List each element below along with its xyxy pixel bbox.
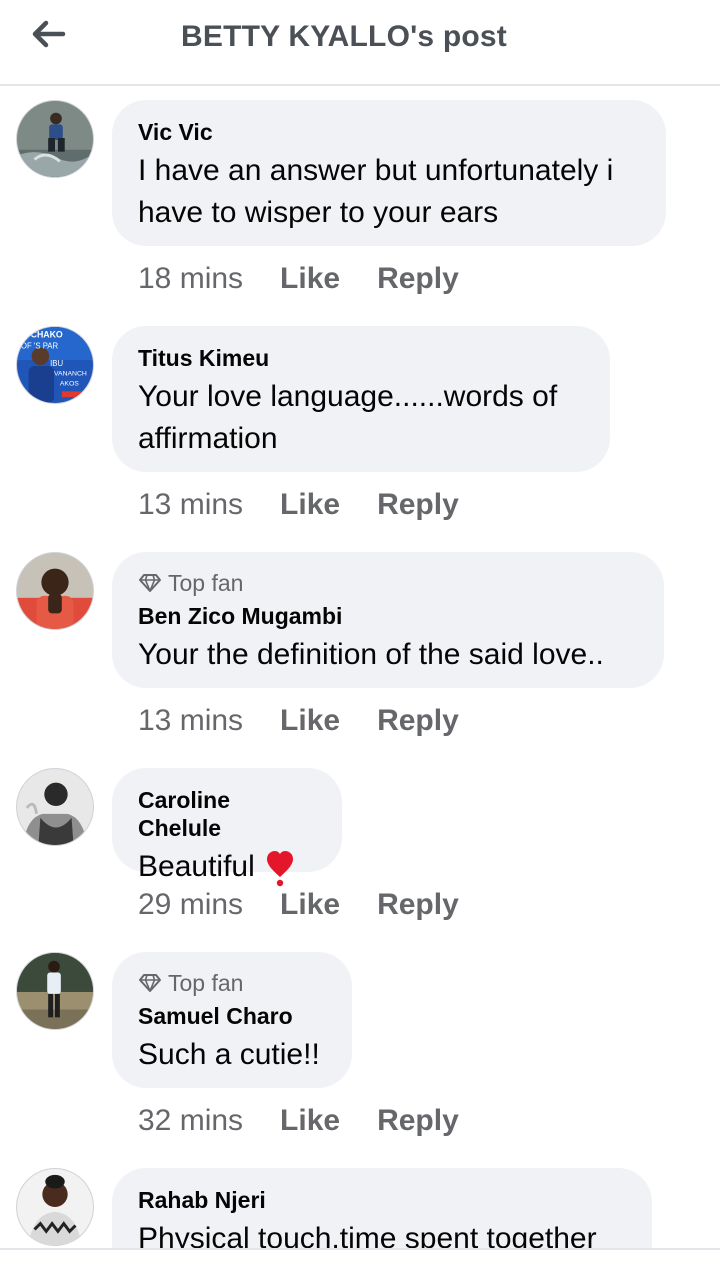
heart-emoji-icon — [266, 851, 293, 887]
comment-bubble[interactable]: Titus Kimeu Your love language......word… — [112, 326, 610, 472]
comment-list: Vic Vic I have an answer but unfortunate… — [0, 88, 720, 1248]
like-button[interactable]: Like — [280, 888, 340, 922]
avatar[interactable] — [16, 952, 94, 1030]
comment-bubble[interactable]: Rahab Njeri Physical touch,time spent to… — [112, 1168, 652, 1248]
comment-author[interactable]: Vic Vic — [138, 118, 640, 146]
reply-button[interactable]: Reply — [377, 1104, 459, 1138]
avatar[interactable] — [16, 768, 94, 846]
bottom-divider — [0, 1248, 720, 1262]
comment-text: Your love language......words of affirma… — [138, 380, 566, 455]
avatar[interactable]: CHAKO OF 'S PAR IBU VANANCH AKOS — [16, 326, 94, 404]
comment-text: Your the definition of the said love.. — [138, 638, 604, 671]
comment-actions: 32 mins Like Reply — [138, 1104, 459, 1138]
comment-bubble[interactable]: Top fan Ben Zico Mugambi Your the defini… — [112, 552, 664, 688]
comment-actions: 29 mins Like Reply — [138, 888, 459, 922]
comment-actions: 13 mins Like Reply — [138, 488, 459, 522]
reply-button[interactable]: Reply — [377, 488, 459, 522]
like-button[interactable]: Like — [280, 1104, 340, 1138]
diamond-icon — [139, 574, 161, 592]
avatar[interactable] — [16, 1168, 94, 1246]
comment-actions: 18 mins Like Reply — [138, 262, 459, 296]
comment-time[interactable]: 32 mins — [138, 1104, 243, 1138]
comment-time[interactable]: 18 mins — [138, 262, 243, 296]
comment-actions: 13 mins Like Reply — [138, 704, 459, 738]
comment-author[interactable]: Ben Zico Mugambi — [138, 602, 638, 630]
svg-text:CHAKO: CHAKO — [31, 330, 63, 340]
comment-time[interactable]: 13 mins — [138, 704, 243, 738]
comment-text: I have an answer but unfortunately i hav… — [138, 154, 622, 229]
comment-author[interactable]: Titus Kimeu — [138, 344, 584, 372]
svg-text:VANANCH: VANANCH — [54, 371, 87, 378]
comment-text: Beautiful — [138, 850, 255, 883]
comment-author[interactable]: Caroline Chelule — [138, 786, 316, 842]
comment-author[interactable]: Rahab Njeri — [138, 1186, 626, 1214]
comment-bubble[interactable]: Top fan Samuel Charo Such a cutie!! — [112, 952, 352, 1088]
svg-text:IBU: IBU — [50, 359, 63, 368]
comment-bubble[interactable]: Vic Vic I have an answer but unfortunate… — [112, 100, 666, 246]
comment-text: Physical touch,time spent together — [138, 1222, 597, 1248]
comment-time[interactable]: 13 mins — [138, 488, 243, 522]
top-bar: BETTY KYALLO's post — [0, 0, 720, 86]
comment-text: Such a cutie!! — [138, 1038, 320, 1071]
like-button[interactable]: Like — [280, 262, 340, 296]
comment-bubble[interactable]: Caroline Chelule Beautiful — [112, 768, 342, 887]
reply-button[interactable]: Reply — [377, 704, 459, 738]
top-fan-label: Top fan — [168, 569, 244, 596]
comment-text-row: Beautiful — [138, 846, 316, 888]
reply-button[interactable]: Reply — [377, 888, 459, 922]
like-button[interactable]: Like — [280, 488, 340, 522]
comment-author[interactable]: Samuel Charo — [138, 1002, 326, 1030]
svg-text:OF 'S PAR: OF 'S PAR — [21, 341, 59, 350]
like-button[interactable]: Like — [280, 704, 340, 738]
top-fan-label: Top fan — [168, 969, 244, 996]
comment-time[interactable]: 29 mins — [138, 888, 243, 922]
svg-text:AKOS: AKOS — [60, 380, 79, 387]
avatar[interactable] — [16, 552, 94, 630]
reply-button[interactable]: Reply — [377, 262, 459, 296]
top-fan-badge: Top fan — [138, 970, 326, 996]
avatar[interactable] — [16, 100, 94, 178]
top-fan-badge: Top fan — [138, 570, 638, 596]
page-title: BETTY KYALLO's post — [181, 20, 507, 53]
diamond-icon — [139, 974, 161, 992]
